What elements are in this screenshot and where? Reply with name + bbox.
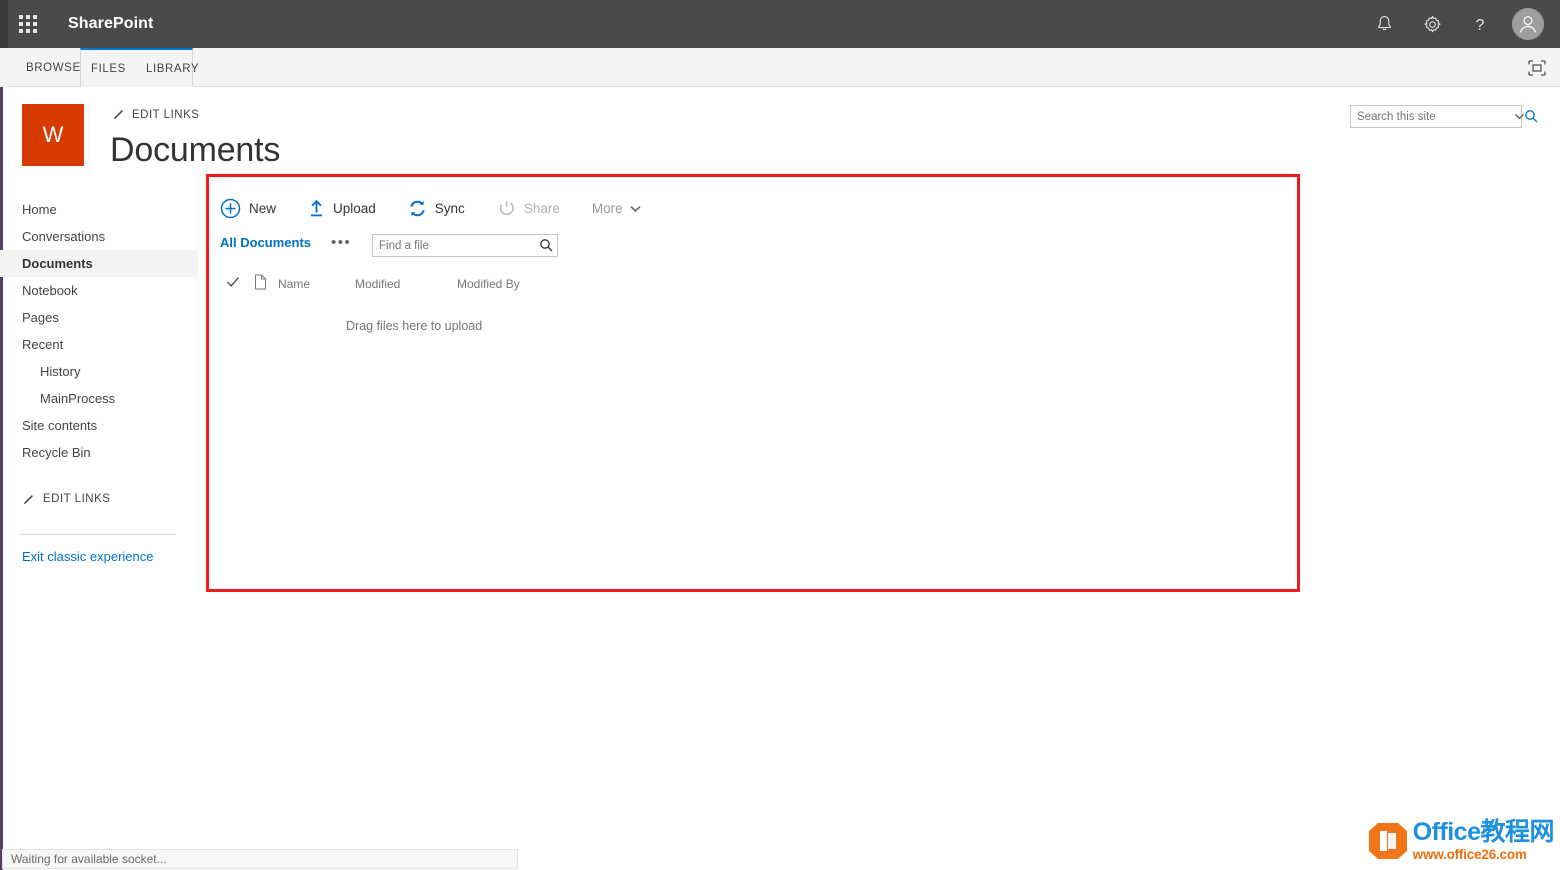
suite-bar-actions: ? bbox=[1360, 0, 1560, 48]
sidebar-item-site-contents[interactable]: Site contents bbox=[0, 412, 198, 439]
user-avatar[interactable] bbox=[1512, 8, 1544, 40]
new-button-label: New bbox=[249, 201, 276, 216]
share-icon bbox=[497, 199, 516, 218]
watermark-url: www.office26.com bbox=[1413, 848, 1554, 862]
share-button-label: Share bbox=[524, 201, 560, 216]
sidebar-edit-links[interactable]: EDIT LINKS bbox=[0, 486, 198, 512]
sync-icon bbox=[408, 199, 427, 218]
svg-text:?: ? bbox=[1476, 17, 1485, 34]
ribbon-active-tab-group: FILES LIBRARY bbox=[80, 48, 193, 87]
quick-launch-nav: Home Conversations Documents Notebook Pa… bbox=[0, 196, 198, 564]
annotation-highlight-box bbox=[206, 174, 1300, 592]
sidebar-item-pages[interactable]: Pages bbox=[0, 304, 198, 331]
search-icon[interactable] bbox=[535, 238, 557, 253]
sidebar-item-notebook[interactable]: Notebook bbox=[0, 277, 198, 304]
plus-circle-icon bbox=[220, 198, 241, 219]
library-view-bar: All Documents ••• bbox=[220, 235, 351, 250]
find-a-file-box[interactable] bbox=[372, 234, 558, 257]
search-icon[interactable] bbox=[1524, 106, 1539, 127]
page-title: Documents bbox=[110, 131, 280, 170]
site-logo-tile[interactable]: W bbox=[22, 104, 84, 166]
more-commands-label: More bbox=[592, 201, 623, 216]
document-type-column-icon[interactable] bbox=[254, 274, 267, 293]
new-button[interactable]: New bbox=[220, 198, 276, 219]
sync-button[interactable]: Sync bbox=[408, 199, 465, 218]
sidebar-item-history[interactable]: History bbox=[0, 358, 198, 385]
select-all-check-icon[interactable] bbox=[226, 275, 240, 292]
upload-button[interactable]: Upload bbox=[308, 199, 376, 218]
sharepoint-brand-label[interactable]: SharePoint bbox=[68, 15, 153, 33]
sidebar-item-recycle-bin[interactable]: Recycle Bin bbox=[0, 439, 198, 466]
help-question-mark-icon[interactable]: ? bbox=[1456, 0, 1504, 48]
ribbon-tab-bar: BROWSE FILES LIBRARY bbox=[8, 48, 1560, 87]
find-a-file-input[interactable] bbox=[373, 235, 535, 256]
more-commands-button[interactable]: More bbox=[592, 201, 641, 216]
pencil-icon bbox=[22, 493, 35, 506]
sidebar-item-recent[interactable]: Recent bbox=[0, 331, 198, 358]
column-header-name[interactable]: Name bbox=[278, 277, 310, 291]
view-options-ellipsis-icon[interactable]: ••• bbox=[331, 235, 351, 250]
library-command-bar: New Upload Sync bbox=[220, 198, 641, 219]
site-search-input[interactable] bbox=[1351, 106, 1515, 127]
office-suite-bar: SharePoint ? bbox=[8, 0, 1560, 48]
sidebar-item-mainprocess[interactable]: MainProcess bbox=[0, 385, 198, 412]
site-watermark: Office教程网 www.office26.com bbox=[1369, 820, 1554, 862]
pencil-icon bbox=[112, 108, 125, 121]
focus-on-content-icon[interactable] bbox=[1524, 56, 1550, 80]
search-scope-chevron-down-icon[interactable] bbox=[1515, 113, 1524, 120]
sync-button-label: Sync bbox=[435, 201, 465, 216]
tab-files[interactable]: FILES bbox=[81, 49, 136, 88]
site-search-box[interactable] bbox=[1350, 105, 1522, 128]
sidebar-item-conversations[interactable]: Conversations bbox=[0, 223, 198, 250]
sidebar-item-home[interactable]: Home bbox=[0, 196, 198, 223]
sidebar-divider bbox=[20, 534, 176, 535]
sidebar-edit-links-label: EDIT LINKS bbox=[43, 493, 110, 505]
drag-files-drop-zone[interactable]: Drag files here to upload bbox=[346, 319, 482, 333]
current-view-link[interactable]: All Documents bbox=[220, 235, 311, 250]
column-header-modified[interactable]: Modified bbox=[355, 277, 400, 291]
column-header-modified-by[interactable]: Modified By bbox=[457, 277, 520, 291]
watermark-text: Office教程网 www.office26.com bbox=[1413, 820, 1554, 862]
app-launcher-waffle-icon[interactable] bbox=[8, 0, 48, 48]
tab-library[interactable]: LIBRARY bbox=[136, 49, 209, 88]
sidebar-item-documents[interactable]: Documents bbox=[0, 250, 198, 277]
edit-links-top-label: EDIT LINKS bbox=[132, 109, 199, 121]
exit-classic-experience-link[interactable]: Exit classic experience bbox=[0, 549, 198, 564]
upload-button-label: Upload bbox=[333, 201, 376, 216]
chevron-down-icon bbox=[630, 205, 641, 213]
edit-links-top[interactable]: EDIT LINKS bbox=[112, 108, 199, 121]
share-button: Share bbox=[497, 199, 560, 218]
status-bar-message: Waiting for available socket... bbox=[11, 852, 167, 866]
office-logo-icon bbox=[1369, 820, 1407, 862]
browser-status-bar: Waiting for available socket... bbox=[2, 849, 518, 869]
watermark-title: Office教程网 bbox=[1413, 820, 1554, 845]
upload-arrow-icon bbox=[308, 199, 325, 218]
settings-gear-icon[interactable] bbox=[1408, 0, 1456, 48]
notifications-bell-icon[interactable] bbox=[1360, 0, 1408, 48]
